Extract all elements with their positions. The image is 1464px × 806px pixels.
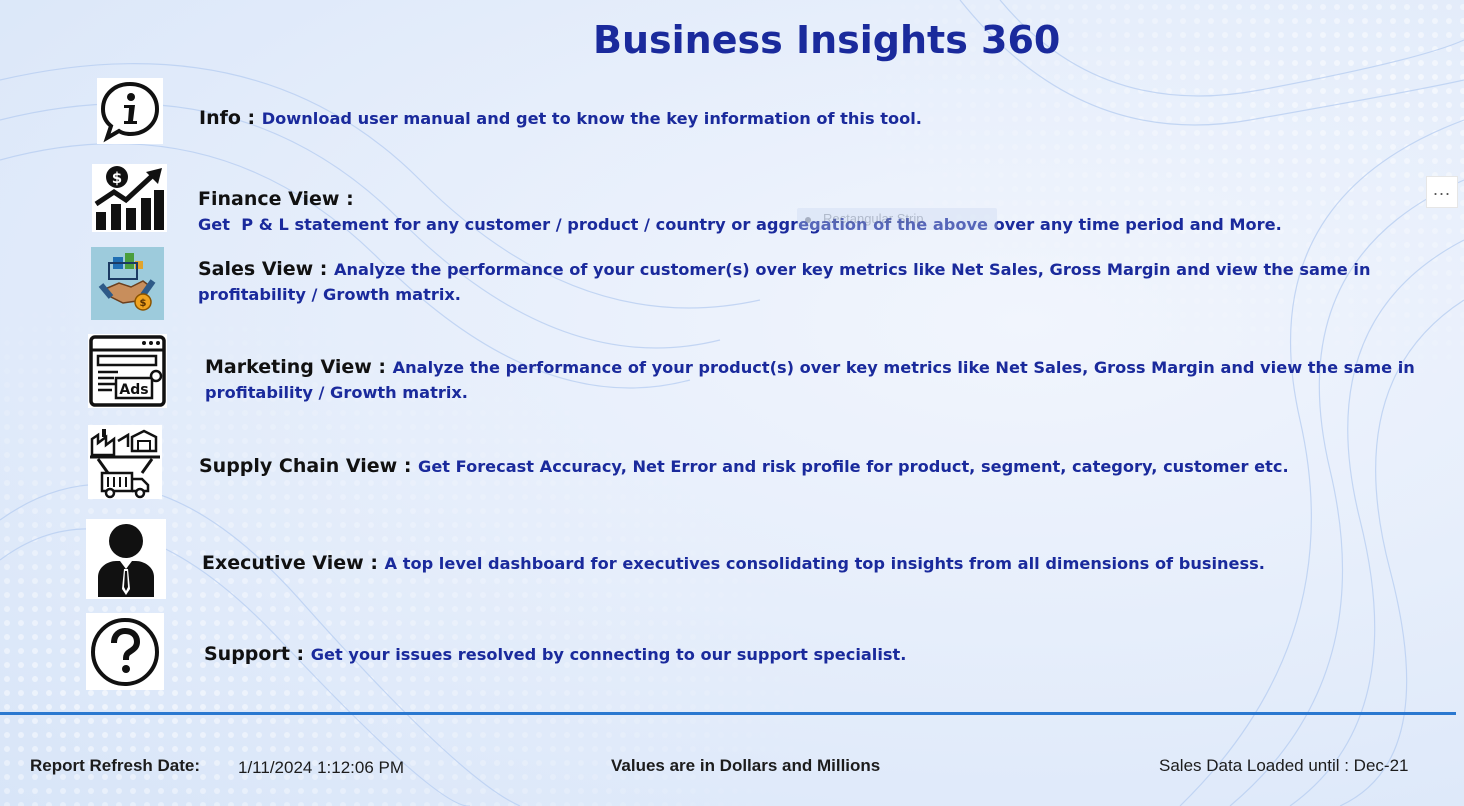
svg-text:Ads: Ads bbox=[119, 382, 148, 398]
rectangular-strip-ghost: Rectangular Strip bbox=[797, 208, 997, 230]
nav-label-marketing-view: Marketing View bbox=[205, 356, 372, 378]
nav-desc-support: Get your issues resolved by connecting t… bbox=[310, 645, 907, 664]
sales-data-loaded: Sales Data Loaded until : Dec-21 bbox=[1159, 756, 1409, 775]
nav-desc-executive-view: A top level dashboard for executives con… bbox=[384, 554, 1265, 573]
nav-label-info: Info bbox=[199, 107, 241, 129]
units-note: Values are in Dollars and Millions bbox=[611, 756, 881, 775]
ads-browser-icon[interactable]: Ads bbox=[88, 334, 167, 408]
handshake-icon[interactable]: $ bbox=[91, 247, 164, 320]
nav-label-executive-view: Executive View bbox=[202, 552, 364, 574]
nav-item-sales-view[interactable]: $ Sales View : Analyze the performance o… bbox=[0, 246, 1464, 322]
svg-text:$: $ bbox=[140, 298, 147, 309]
nav-item-supply-chain-view[interactable]: Supply Chain View : Get Forecast Accurac… bbox=[0, 424, 1464, 500]
nav-item-info[interactable]: Info : Download user manual and get to k… bbox=[0, 76, 1464, 146]
nav-desc-supply-chain-view: Get Forecast Accuracy, Net Error and ris… bbox=[418, 457, 1289, 476]
nav-item-finance-view[interactable]: $ Finance View : Get P & L statement for… bbox=[0, 162, 1420, 234]
nav-item-support[interactable]: Support : Get your issues resolved by co… bbox=[0, 612, 1464, 692]
nav-label-support: Support bbox=[204, 643, 290, 665]
nav-desc-sales-view: Analyze the performance of your customer… bbox=[198, 260, 1371, 304]
nav-desc-info: Download user manual and get to know the… bbox=[261, 109, 922, 128]
supply-chain-icon[interactable] bbox=[88, 425, 162, 499]
nav-label-sales-view: Sales View bbox=[198, 258, 314, 280]
refresh-date-label: Report Refresh Date: bbox=[30, 756, 201, 775]
nav-label-supply-chain-view: Supply Chain View bbox=[199, 455, 398, 477]
nav-item-executive-view[interactable]: Executive View : A top level dashboard f… bbox=[0, 518, 1464, 600]
finance-chart-icon[interactable]: $ bbox=[92, 164, 167, 232]
nav-item-marketing-view[interactable]: Ads Marketing View : Analyze the perform… bbox=[0, 333, 1464, 409]
executive-person-icon[interactable] bbox=[86, 519, 166, 599]
svg-text:$: $ bbox=[112, 169, 122, 187]
header: Business Insights 360 bbox=[0, 0, 1464, 70]
nav-desc-finance-view: Get P & L statement for any customer / p… bbox=[198, 215, 1282, 234]
footer-divider bbox=[0, 712, 1456, 715]
info-icon[interactable] bbox=[97, 78, 163, 144]
question-mark-icon[interactable] bbox=[86, 613, 164, 690]
refresh-date-value: 1/11/2024 1:12:06 PM bbox=[238, 758, 405, 777]
more-options-button[interactable]: ... bbox=[1426, 176, 1458, 208]
nav-label-finance-view: Finance View bbox=[198, 188, 340, 210]
page-title: Business Insights 360 bbox=[593, 18, 1061, 62]
